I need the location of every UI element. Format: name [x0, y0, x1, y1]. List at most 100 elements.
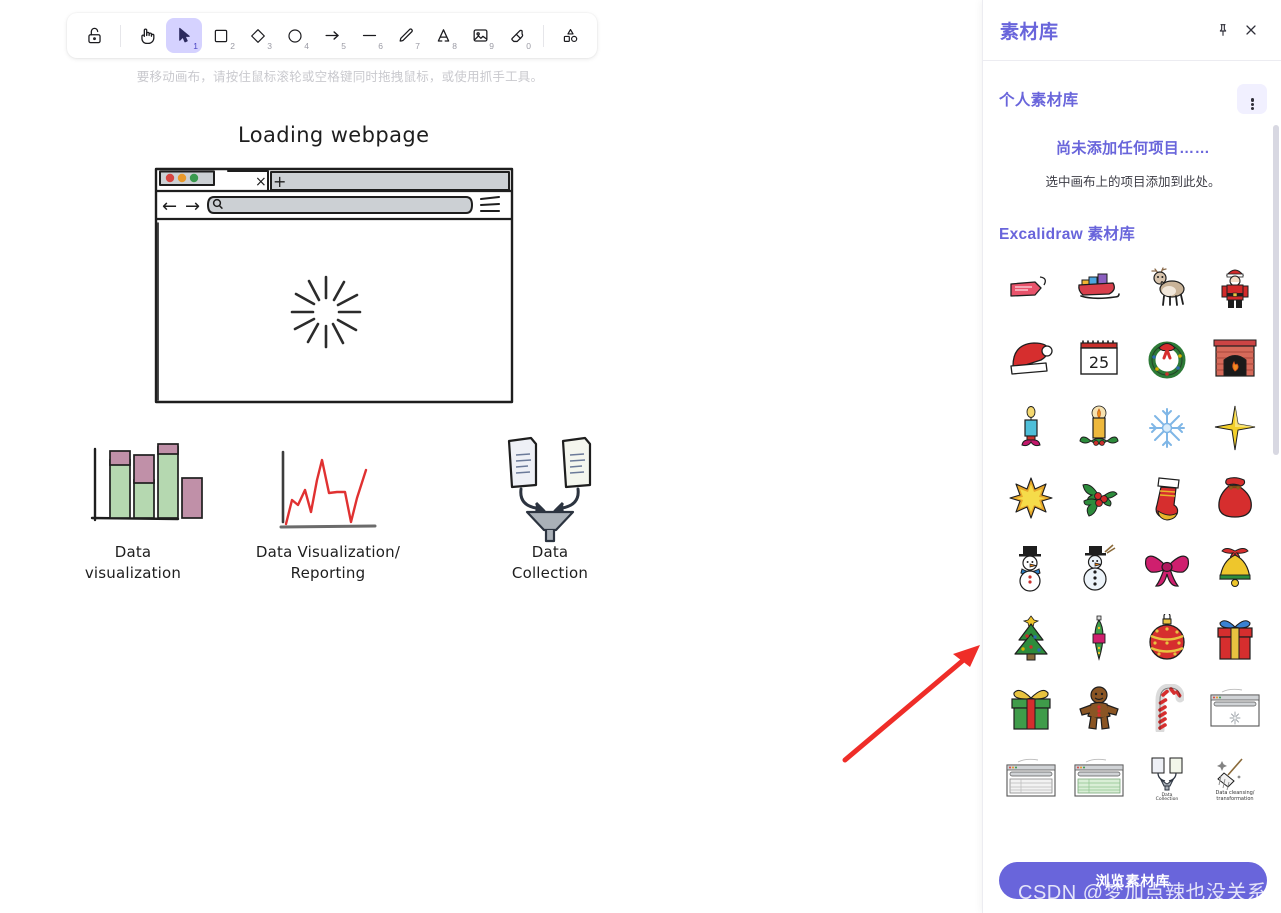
candy-cane-icon [1155, 683, 1184, 732]
excalidraw-app: 要移动画布，请按住鼠标滚轮或空格键同时拖拽鼠标，或使用抓手工具。 × + ← →… [0, 0, 1281, 913]
library-item-wreath[interactable] [1134, 326, 1200, 389]
library-body[interactable]: 个人素材库 尚未添加任何项目…… 选中画布上的项目添加到此处。 Excalidr… [983, 61, 1281, 852]
text-tool[interactable]: 8 [425, 18, 461, 53]
eraser-icon [510, 29, 523, 43]
library-close-button[interactable] [1237, 16, 1265, 44]
canvas-artwork: × + ← → [90, 167, 592, 543]
frame-tool[interactable] [552, 18, 588, 53]
gift-green-icon [1011, 689, 1051, 730]
toolbar-separator-1 [120, 24, 121, 47]
personal-library-title: 个人素材库 [999, 92, 1079, 109]
traffic-dot-green [189, 173, 199, 183]
diamond-tool[interactable]: 3 [240, 18, 276, 53]
eraser-tool[interactable]: 0 [499, 18, 535, 53]
library-item-holly-berries[interactable] [1066, 466, 1132, 529]
library-item-sleigh[interactable] [1066, 256, 1132, 319]
santa-icon [1221, 269, 1249, 308]
selection-tool-key: 1 [193, 40, 198, 51]
library-item-star-burst[interactable] [1202, 396, 1267, 459]
library-item-gold-star[interactable] [999, 466, 1064, 529]
rectangle-tool[interactable]: 2 [203, 18, 239, 53]
svg-text:Collection: Collection [1156, 796, 1179, 801]
library-item-gift-green[interactable] [999, 676, 1064, 739]
library-item-fireplace[interactable] [1202, 326, 1267, 389]
sleigh-icon [1078, 273, 1120, 299]
library-item-snowman-broom[interactable] [1066, 536, 1132, 599]
arrow-tool-key: 5 [341, 40, 346, 51]
red-shape-icon [1214, 828, 1256, 853]
personal-library-empty-title: 尚未添加任何项目…… [1055, 140, 1210, 157]
library-item-snowman-scarf[interactable] [999, 536, 1064, 599]
library-item-grid: 25 Data Collection Data cleansing/ trans… [999, 256, 1267, 852]
library-item-data-collection[interactable]: Data Collection [1134, 746, 1200, 809]
library-item-partial-2[interactable] [1066, 816, 1132, 852]
santa-sack-icon [1217, 476, 1252, 518]
square-icon [214, 29, 228, 42]
library-item-partial-3[interactable] [1134, 816, 1200, 852]
browser-green-table-icon [1074, 758, 1124, 797]
personal-library-empty-sub: 选中画布上的项目添加到此处。 [1045, 175, 1221, 189]
hand-icon [140, 28, 154, 45]
library-item-browser-green-table[interactable] [1066, 746, 1132, 809]
library-item-calendar-25[interactable]: 25 [1066, 326, 1132, 389]
hand-tool[interactable] [129, 18, 165, 53]
library-item-ornament-drop[interactable] [1066, 606, 1132, 669]
library-item-bell[interactable] [1202, 536, 1267, 599]
circle-icon [288, 28, 302, 43]
library-item-stocking[interactable] [1134, 466, 1200, 529]
draw-tool[interactable]: 7 [388, 18, 424, 53]
diamond-tool-key: 3 [267, 40, 272, 51]
gold-star-icon [1009, 476, 1053, 519]
selection-tool[interactable]: 1 [166, 18, 202, 53]
calendar-25-icon: 25 [1080, 339, 1118, 375]
line-tool[interactable]: 6 [351, 18, 387, 53]
library-item-partial-1[interactable] [999, 816, 1064, 852]
library-item-christmas-tree[interactable] [999, 606, 1064, 669]
minus-icon [362, 34, 376, 37]
pencil-icon [399, 28, 413, 42]
library-item-browser-loading[interactable] [1202, 676, 1267, 739]
letter-a-icon [437, 29, 449, 42]
library-item-gift-tag[interactable] [999, 256, 1064, 319]
library-item-gift-blue-bow[interactable] [1202, 606, 1267, 669]
library-item-santa-sack[interactable] [1202, 466, 1267, 529]
library-item-santa[interactable] [1202, 256, 1267, 319]
sketch-label-data-visualization: Data visualization [84, 543, 182, 583]
arrow-right-icon [324, 31, 339, 40]
browse-libraries-button[interactable]: 浏览素材库 [999, 862, 1267, 899]
ellipse-tool[interactable]: 4 [277, 18, 313, 53]
browser-forward-glyph: → [185, 196, 200, 217]
sketch-title-loading-webpage: Loading webpage [238, 123, 430, 147]
library-item-pink-bow[interactable] [1134, 536, 1200, 599]
tab-close-glyph: × [255, 174, 267, 190]
library-item-santa-hat[interactable] [999, 326, 1064, 389]
library-pin-button[interactable] [1209, 16, 1237, 44]
library-item-ornament-ball[interactable] [1134, 606, 1200, 669]
data-collection-icon: Data Collection [1151, 757, 1183, 801]
library-item-partial-4[interactable] [1202, 816, 1267, 852]
library-item-candy-cane[interactable] [1134, 676, 1200, 739]
pink-bow-icon [1144, 554, 1189, 587]
personal-library-menu-button[interactable] [1237, 84, 1267, 114]
snowflake-icon [1148, 407, 1185, 448]
lock-tool[interactable] [76, 18, 112, 53]
cursor-icon [178, 27, 190, 43]
library-scrollbar-thumb[interactable] [1273, 125, 1279, 455]
text-tool-key: 8 [452, 40, 457, 51]
arrow-tool[interactable]: 5 [314, 18, 350, 53]
svg-text:transformation: transformation [1216, 796, 1253, 801]
library-item-gingerbread[interactable] [1066, 676, 1132, 739]
library-item-snowflake[interactable] [1134, 396, 1200, 459]
excalidraw-library-title: Excalidraw 素材库 [999, 226, 1135, 243]
tab-new-glyph: + [273, 172, 286, 191]
library-item-data-cleansing[interactable]: Data cleansing/ transformation [1202, 746, 1267, 809]
gingerbread-icon [1079, 685, 1119, 730]
library-item-reindeer[interactable] [1134, 256, 1200, 319]
library-item-browser-table[interactable] [999, 746, 1064, 809]
library-item-holly-candle[interactable] [1066, 396, 1132, 459]
shapes-icon [563, 28, 577, 43]
drawing-canvas[interactable]: 要移动画布，请按住鼠标滚轮或空格键同时拖拽鼠标，或使用抓手工具。 × + ← →… [0, 0, 982, 913]
image-tool[interactable]: 9 [462, 18, 498, 53]
library-item-blue-candle[interactable] [999, 396, 1064, 459]
browser-table-icon [1006, 758, 1056, 797]
